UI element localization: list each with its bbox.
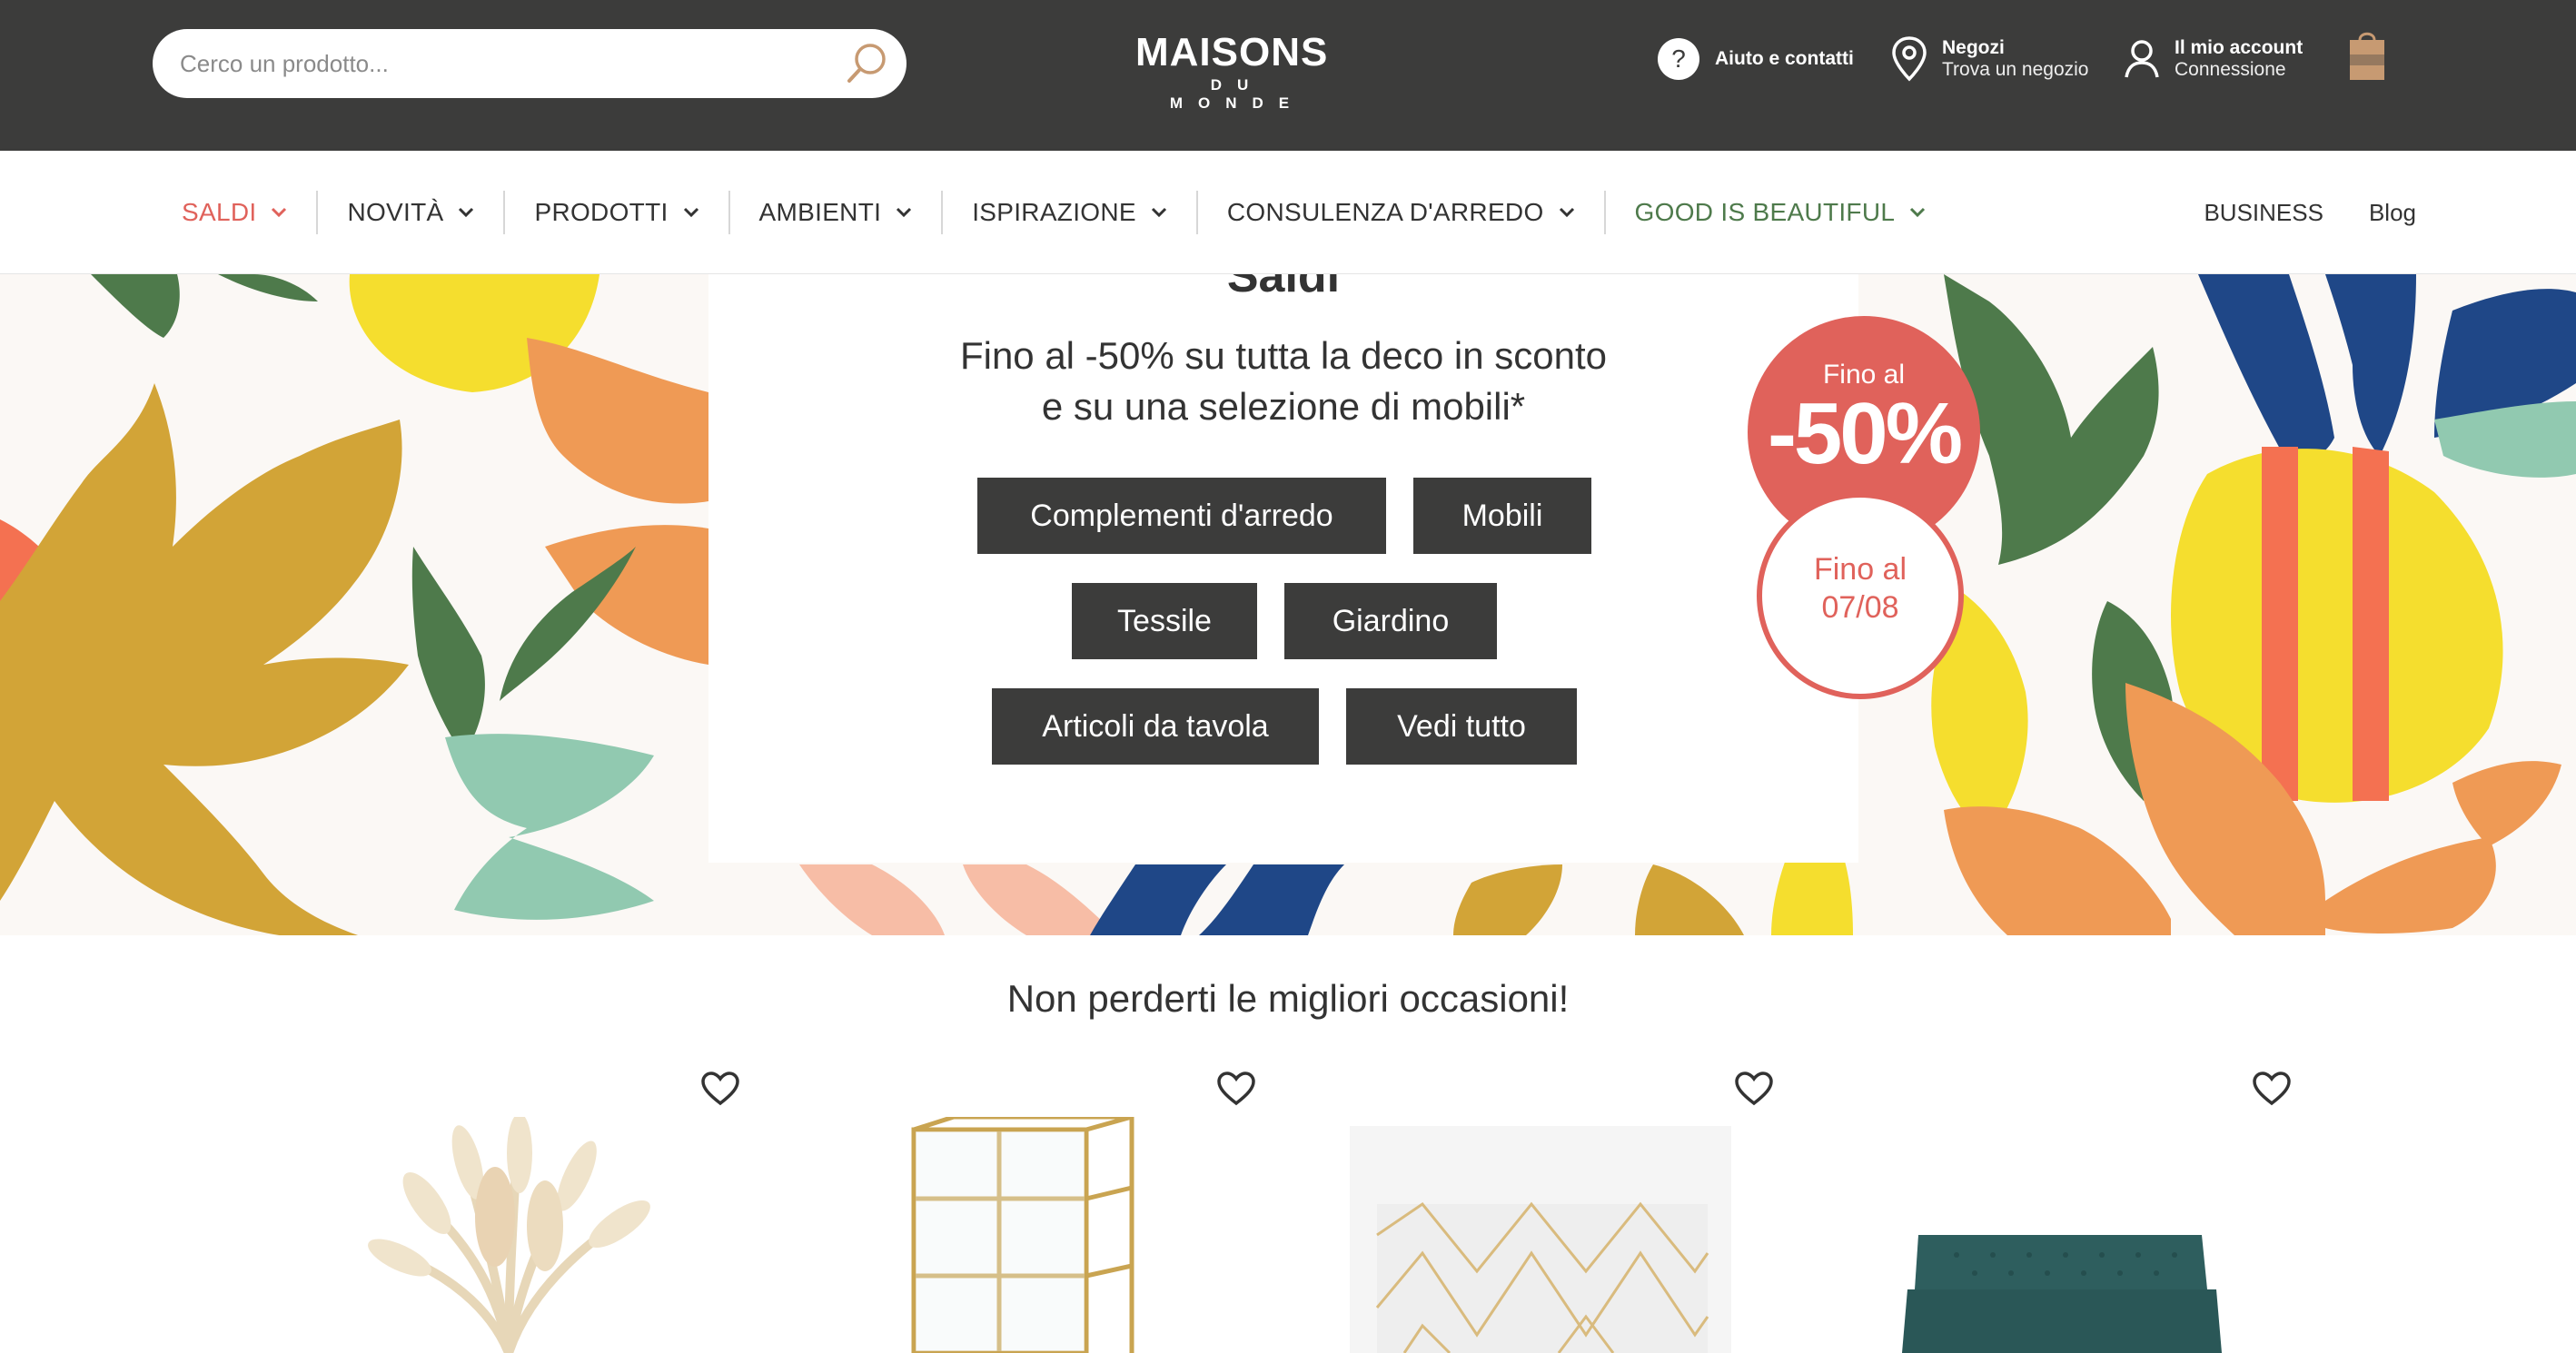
nav-link-blog[interactable]: Blog xyxy=(2369,199,2416,227)
main-navigation: SALDI NOVITÀ PRODOTTI AMBIENTI ISPIRAZIO… xyxy=(0,151,2576,274)
category-button-articoli-tavola[interactable]: Articoli da tavola xyxy=(992,688,1319,765)
top-header: MAISONS DU MONDE ? Aiuto e contatti Nego… xyxy=(0,0,2576,151)
nav-item-good-is-beautiful[interactable]: GOOD IS BEAUTIFUL xyxy=(1606,191,1956,234)
search-icon[interactable] xyxy=(843,40,890,87)
date-badge: Fino al 07/08 xyxy=(1757,492,1964,699)
category-button-mobili[interactable]: Mobili xyxy=(1413,478,1591,554)
section-title: Non perderti le migliori occasioni! xyxy=(1006,977,1570,1020)
nav-link-business[interactable]: BUSINESS xyxy=(2204,199,2323,227)
chevron-down-icon xyxy=(1559,207,1574,218)
user-icon xyxy=(2125,40,2159,78)
wishlist-heart-icon[interactable] xyxy=(701,1072,739,1106)
hero-title: Saldi xyxy=(1226,274,1341,302)
chevron-down-icon xyxy=(272,207,287,218)
wishlist-heart-icon[interactable] xyxy=(1217,1072,1255,1106)
stores-link[interactable]: Negozi Trova un negozio xyxy=(1891,27,2089,91)
map-pin-icon xyxy=(1892,36,1927,82)
help-icon: ? xyxy=(1658,38,1699,80)
nav-item-saldi[interactable]: SALDI xyxy=(153,191,316,234)
category-button-vedi-tutto[interactable]: Vedi tutto xyxy=(1346,688,1577,765)
account-title: Il mio account xyxy=(2175,37,2304,58)
chevron-down-icon xyxy=(1151,207,1166,218)
product-image-glass-shelf[interactable] xyxy=(908,1117,1144,1353)
nav-item-consulenza[interactable]: CONSULENZA D'ARREDO xyxy=(1198,191,1604,234)
nav-item-ambienti[interactable]: AMBIENTI xyxy=(730,191,942,234)
chevron-down-icon xyxy=(1910,207,1926,218)
nav-item-prodotti[interactable]: PRODOTTI xyxy=(505,191,728,234)
nav-item-novita[interactable]: NOVITÀ xyxy=(318,191,503,234)
wishlist-heart-icon[interactable] xyxy=(1735,1072,1773,1106)
product-image-sofa[interactable] xyxy=(1902,1235,2222,1353)
account-subtitle: Connessione xyxy=(2175,59,2286,80)
stores-title: Negozi xyxy=(1942,37,2005,58)
category-button-complementi[interactable]: Complementi d'arredo xyxy=(977,478,1386,554)
hero-subtitle: Fino al -50% su tutta la deco in sconto … xyxy=(959,334,1608,428)
category-button-tessile[interactable]: Tessile xyxy=(1072,583,1257,659)
sale-content-panel: Saldi Fino al -50% su tutta la deco in s… xyxy=(708,274,1858,863)
chevron-down-icon xyxy=(897,207,912,218)
account-link[interactable]: Il mio account Connessione xyxy=(2124,27,2303,91)
sale-hero-banner: Saldi Fino al -50% su tutta la deco in s… xyxy=(0,274,2576,935)
category-button-giardino[interactable]: Giardino xyxy=(1284,583,1497,659)
cart-icon[interactable] xyxy=(2345,27,2389,84)
help-label: Aiuto e contatti xyxy=(1715,48,1854,69)
search-input[interactable] xyxy=(180,29,816,98)
brand-logo[interactable]: MAISONS DU MONDE xyxy=(1135,33,1327,113)
chevron-down-icon xyxy=(683,207,698,218)
wishlist-heart-icon[interactable] xyxy=(2253,1072,2291,1106)
product-image-dried-flowers[interactable] xyxy=(363,1117,654,1353)
svg-text:?: ? xyxy=(1671,44,1686,73)
product-image-rug[interactable] xyxy=(1350,1126,1731,1353)
nav-item-ispirazione[interactable]: ISPIRAZIONE xyxy=(943,191,1196,234)
chevron-down-icon xyxy=(459,207,474,218)
stores-subtitle: Trova un negozio xyxy=(1942,59,2089,80)
search-box[interactable] xyxy=(153,29,907,98)
help-link[interactable]: ? Aiuto e contatti xyxy=(1657,27,1854,91)
